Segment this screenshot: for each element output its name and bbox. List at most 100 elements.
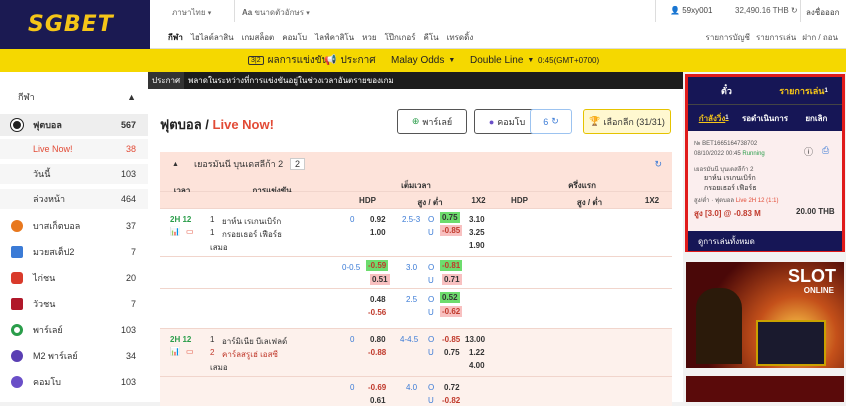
line-type-dropdown[interactable]: Double Line ▼ — [470, 55, 534, 66]
sidebar-item-parlay[interactable]: พาร์เลย์ 103 — [0, 320, 148, 340]
nav-bet-list[interactable]: รายการเล่น — [756, 31, 796, 44]
sidebar-item-soccer[interactable]: ฟุตบอล 567 — [0, 114, 148, 136]
league-refresh-icon[interactable]: ↻ — [654, 159, 662, 170]
odds-cell[interactable]: -0.59 — [366, 260, 389, 271]
nav-poker[interactable]: โป๊กเกอร์ — [385, 31, 416, 44]
sidebar-item-bullfight[interactable]: วัวชน 7 — [0, 294, 148, 314]
bet-ticket: № BET1665164738702 08/10/2022 00:45 Runn… — [688, 131, 842, 231]
nav-casino-highlight[interactable]: ไฮไลต์ลาสิน — [191, 31, 234, 44]
odds-cell[interactable]: -0.69 — [368, 383, 386, 392]
trophy-icon: 🏆 — [589, 116, 601, 126]
sidebar-item-combo[interactable]: คอมโบ 103 — [0, 372, 148, 392]
odds-cell[interactable]: -0.85 — [442, 335, 460, 344]
tv-icon[interactable]: ▭ — [186, 227, 194, 236]
user-account[interactable]: 👤 59xy001 — [670, 6, 712, 15]
sidebar-item-muay-step2[interactable]: มวยสเต็ป2 7 — [0, 242, 148, 262]
nav-combo[interactable]: คอมโบ — [282, 31, 307, 44]
sports-sidebar: กีฬา ▲ ฟุตบอล 567 Live Now! 38 วันนี้ 103 ล… — [0, 72, 148, 402]
odds-cell[interactable]: 0.75 — [444, 348, 460, 357]
basketball-icon — [11, 220, 23, 232]
tab-pending[interactable]: รอดำเนินการ — [739, 105, 790, 131]
tab-ticket[interactable]: ตั๋ว — [688, 77, 765, 104]
sidebar-item-m2-parlay[interactable]: M2 พาร์เลย์ 34 — [0, 346, 148, 366]
tab-cancelled[interactable]: ยกเลิก — [791, 105, 842, 131]
odds-cell[interactable]: -0.62 — [440, 306, 463, 317]
card-game-banner[interactable] — [686, 376, 844, 402]
nav-account-statement[interactable]: รายการบัญชี — [706, 31, 750, 44]
away-team: คาร์ลสรูเฮ่ เอสซี — [222, 350, 278, 359]
combo-icon: ● — [488, 116, 495, 127]
home-team: ยาห์น เรเกนเบิร์ก — [222, 217, 282, 226]
odds-cell[interactable]: 0.48 — [370, 295, 386, 304]
nav-keno[interactable]: คีโน — [424, 31, 439, 44]
results-button[interactable]: 3|2 ผลการแข่งขัน — [248, 53, 328, 68]
odds-cell[interactable]: -0.56 — [368, 308, 386, 317]
sidebar-item-live-now[interactable]: Live Now! 38 — [0, 139, 148, 159]
sidebar-item-early[interactable]: ล่วงหน้า 464 — [0, 189, 148, 209]
draw-label: เสมอ — [210, 243, 228, 252]
chevron-up-icon: ▲ — [127, 92, 136, 102]
font-size-selector[interactable]: Aa ขนาดตัวอักษร ▾ — [242, 6, 310, 19]
odds-cell[interactable]: 3.25 — [469, 228, 485, 237]
odds-cell[interactable]: 0.51 — [370, 274, 390, 285]
brand-logo[interactable]: SGBET — [0, 0, 150, 49]
sidebar-item-basketball[interactable]: บาสเก็ตบอล 37 — [0, 216, 148, 236]
odds-cell[interactable]: 0.72 — [444, 383, 460, 392]
odds-cell[interactable]: 0.92 — [370, 215, 386, 224]
odds-cell[interactable]: 0.71 — [442, 274, 462, 285]
odds-cell[interactable]: -0.82 — [442, 396, 460, 405]
tab-running[interactable]: กำลังวิ่ง 1 — [688, 105, 739, 131]
announcement-button[interactable]: 📢 ประกาศ — [324, 53, 376, 68]
league-header[interactable]: ▲ เยอรมันนี บุนเดสลีก้า 2 2 ↻ — [160, 152, 672, 176]
select-league-button[interactable]: 🏆 เลือกลีก (31/31) — [583, 109, 671, 134]
refresh-icon[interactable]: ↻ — [791, 6, 798, 15]
nav-slots[interactable]: เกมสล็อต — [242, 31, 275, 44]
parlay-plus-icon: ⊕ — [411, 116, 420, 126]
sidebar-item-today[interactable]: วันนี้ 103 — [0, 164, 148, 184]
bet-pick: สูง [3.0] @ -0.83 M — [694, 209, 761, 218]
megaphone-icon: 📢 — [324, 55, 337, 66]
odds-cell[interactable]: 13.00 — [465, 335, 485, 344]
tv-icon[interactable]: ▭ — [186, 347, 194, 356]
refresh-button[interactable]: 6 ↻ — [530, 109, 572, 134]
bet-amount: 20.00 THB — [796, 207, 835, 216]
odds-cell[interactable]: -0.88 — [368, 348, 386, 357]
parlay-button[interactable]: ⊕ พาร์เลย์ — [397, 109, 467, 134]
league-name: เยอรมันนี บุนเดสลีก้า 2 — [194, 159, 284, 169]
nav-lottery[interactable]: หวย — [362, 31, 376, 44]
nav-sports[interactable]: กีฬา — [168, 31, 183, 44]
odds-cell[interactable]: 0.80 — [370, 335, 386, 344]
options-bar: 3|2 ผลการแข่งขัน 📢 ประกาศ Malay Odds ▼ Doub… — [0, 49, 846, 72]
stats-icon[interactable]: 📊 — [170, 347, 180, 356]
odds-cell[interactable]: 1.22 — [469, 348, 485, 357]
language-selector[interactable]: ภาษาไทย ▾ — [172, 6, 211, 19]
odds-cell[interactable]: 1.00 — [370, 228, 386, 237]
odds-cell[interactable]: 0.61 — [370, 396, 386, 405]
odds-type-dropdown[interactable]: Malay Odds ▼ — [391, 55, 455, 66]
col-hdp: HDP — [359, 196, 376, 205]
slot-banner[interactable]: SLOT ONLINE — [686, 262, 844, 368]
nav-trading[interactable]: เทรดดิ้ง — [447, 31, 474, 44]
odds-cell[interactable]: -0.81 — [440, 260, 463, 271]
print-icon[interactable]: ⎙ — [822, 145, 829, 156]
page-title: ฟุตบอล / Live Now! — [160, 117, 274, 132]
odds-cell[interactable]: 0.75 — [440, 212, 460, 223]
view-all-bets-link[interactable]: ดูการเล่นทั้งหมด — [688, 231, 842, 251]
odds-cell[interactable]: 0.52 — [440, 292, 460, 303]
sidebar-item-cockfight[interactable]: ไก่ชน 20 — [0, 268, 148, 288]
character-image — [696, 288, 742, 364]
logout-button[interactable]: ลงชื่อออก — [806, 6, 840, 19]
info-icon[interactable]: ⓘ — [804, 145, 813, 158]
sidebar-header[interactable]: กีฬา ▲ — [0, 90, 148, 104]
rooster-icon — [11, 272, 23, 284]
odds-cell[interactable]: 4.00 — [469, 361, 485, 370]
tab-bet-list[interactable]: รายการเล่น 1 — [765, 77, 842, 104]
odds-cell[interactable]: 3.10 — [469, 215, 485, 224]
nav-live-casino[interactable]: ไลฟ์คาสิโน — [315, 31, 354, 44]
odds-cell[interactable]: -0.85 — [440, 225, 463, 236]
odds-cell[interactable]: 1.90 — [469, 241, 485, 250]
main-nav: กีฬา ไฮไลต์ลาสิน เกมสล็อต คอมโบ ไลฟ์คาสิ… — [168, 31, 473, 44]
nav-deposit-withdraw[interactable]: ฝาก / ถอน — [802, 31, 838, 44]
user-icon: 👤 — [670, 6, 680, 15]
stats-icon[interactable]: 📊 — [170, 227, 180, 236]
